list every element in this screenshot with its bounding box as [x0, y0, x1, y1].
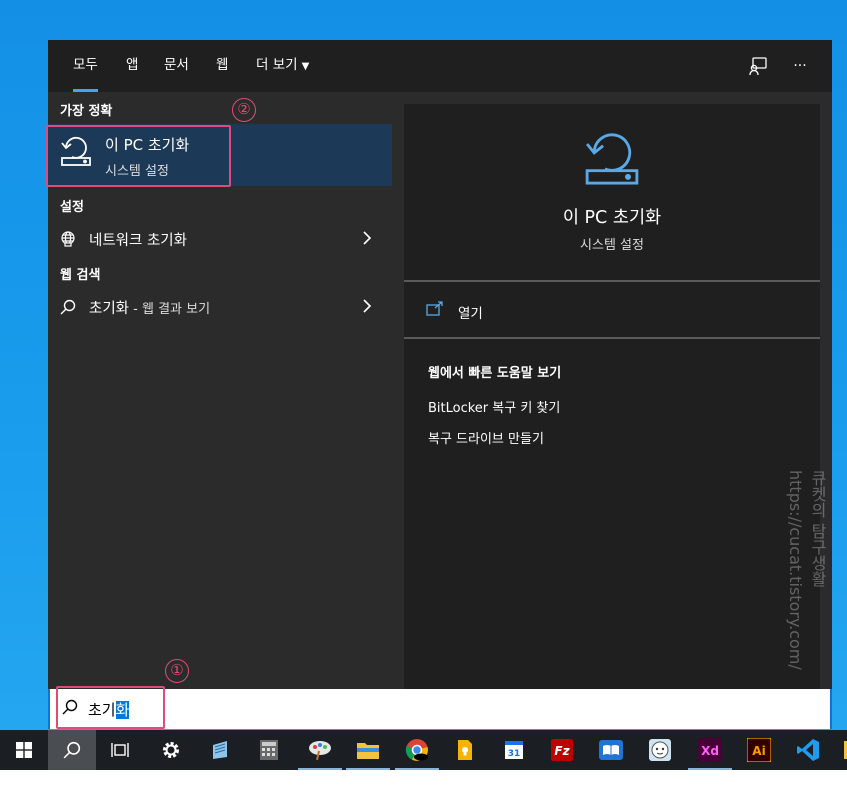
filter-tab-bar: 모두 앱 문서 웹 더 보기 ▼ ··· [48, 40, 832, 92]
adobe-xd-icon[interactable]: Xd [686, 730, 734, 770]
best-match-header: 가장 정확 [60, 104, 113, 119]
open-external-icon [426, 301, 444, 321]
chevron-right-icon [362, 298, 372, 318]
running-indicator [346, 768, 390, 770]
results-list: 가장 정확 이 PC 초기화 시스템 설정 설정 네트워크 초기화 웹 검색 초… [48, 92, 392, 689]
adobe-illustrator-icon[interactable]: Ai [735, 730, 783, 770]
search-box[interactable]: 초기화 [48, 689, 832, 729]
annotation-marker-2: ② [232, 98, 256, 122]
file-explorer-icon[interactable] [344, 730, 392, 770]
running-indicator [395, 768, 439, 770]
keep-icon[interactable] [441, 730, 489, 770]
result-web-search[interactable]: 초기화 - 웹 결과 보기 [48, 292, 392, 322]
web-search-label: 초기화 - 웹 결과 보기 [89, 301, 211, 317]
tab-apps[interactable]: 앱 [126, 40, 138, 92]
divider [404, 337, 820, 339]
network-reset-label: 네트워크 초기화 [89, 233, 187, 249]
search-icon[interactable] [48, 730, 96, 770]
best-match-subtitle: 시스템 설정 [105, 164, 169, 179]
help-link-bitlocker[interactable]: BitLocker 복구 키 찾기 [428, 397, 560, 416]
svg-text:Ai: Ai [752, 744, 765, 758]
calculator-icon[interactable] [245, 730, 293, 770]
reset-pc-icon [58, 134, 94, 174]
caret-down-icon: ▼ [301, 61, 310, 72]
running-indicator [688, 768, 732, 770]
windows-start-icon[interactable] [0, 730, 48, 770]
help-title: 웹에서 빠른 도움말 보기 [428, 366, 562, 381]
filezilla-icon[interactable]: Fz [538, 730, 586, 770]
help-link-recovery-drive[interactable]: 복구 드라이브 만들기 [428, 428, 544, 447]
svg-text:31: 31 [508, 749, 521, 759]
divider [404, 280, 820, 282]
calendar-icon[interactable]: 31 [490, 730, 538, 770]
chevron-right-icon [362, 230, 372, 250]
search-icon [62, 699, 78, 719]
selected-text: 화 [115, 701, 130, 719]
taskbar: 31 Fz Xd Ai [0, 730, 847, 770]
result-network-reset[interactable]: 네트워크 초기화 [48, 224, 392, 254]
running-indicator [298, 768, 342, 770]
tab-all[interactable]: 모두 [73, 40, 98, 92]
tab-more[interactable]: 더 보기 ▼ [256, 40, 309, 92]
reader-icon[interactable] [587, 730, 635, 770]
svg-text:Xd: Xd [701, 744, 719, 758]
notepad-icon[interactable] [196, 730, 244, 770]
detail-title: 이 PC 초기화 [562, 208, 662, 228]
annotation-marker-1: ① [165, 659, 189, 683]
search-panel: 모두 앱 문서 웹 더 보기 ▼ ··· 가장 정확 이 PC 초기화 시스템 … [48, 40, 832, 689]
network-globe-icon [60, 231, 76, 251]
web-search-header: 웹 검색 [60, 268, 101, 283]
settings-header: 설정 [60, 200, 84, 215]
detail-pane: 이 PC 초기화 시스템 설정 열기 웹에서 빠른 도움말 보기 BitLock… [404, 104, 820, 689]
open-label: 열기 [458, 306, 483, 322]
tab-documents[interactable]: 문서 [164, 40, 189, 92]
reset-pc-icon [580, 128, 644, 196]
search-icon [60, 299, 76, 319]
best-match-title: 이 PC 초기화 [105, 136, 190, 154]
settings-gear-icon[interactable] [147, 730, 195, 770]
paint-icon[interactable] [296, 730, 344, 770]
tab-web[interactable]: 웹 [216, 40, 228, 92]
feedback-icon[interactable] [746, 54, 770, 78]
vscode-icon[interactable] [784, 730, 832, 770]
best-match-item[interactable]: 이 PC 초기화 시스템 설정 [48, 124, 392, 186]
chrome-icon[interactable] [393, 730, 441, 770]
svg-text:Fz: Fz [554, 744, 570, 758]
folder-icon[interactable] [832, 730, 847, 770]
detail-subtitle: 시스템 설정 [580, 238, 644, 253]
task-view-icon[interactable] [96, 730, 144, 770]
watermark: 큐켓의 탐구생활 https://cucat.tistory.com/ [786, 470, 827, 670]
messenger-icon[interactable] [636, 730, 684, 770]
more-options-icon[interactable]: ··· [788, 54, 812, 78]
search-input[interactable]: 초기화 [88, 699, 130, 720]
